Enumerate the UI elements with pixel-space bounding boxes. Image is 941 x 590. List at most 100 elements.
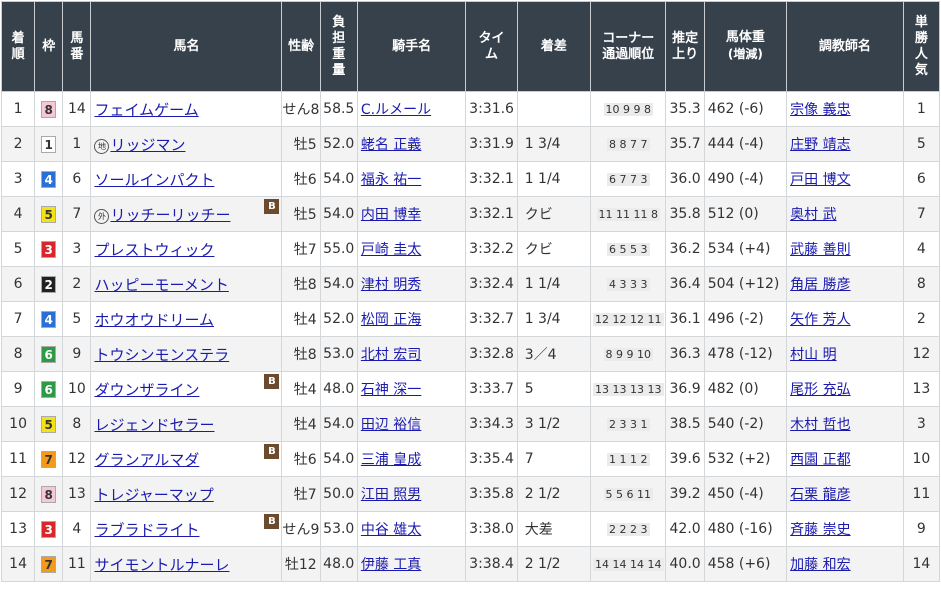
trainer-name-link[interactable]: 斉藤 崇史: [790, 522, 850, 538]
horse-name-link[interactable]: トレジャーマップ: [94, 486, 213, 504]
header-corner-line1: コーナー: [602, 30, 655, 46]
horse-name-link[interactable]: プレストウィック: [94, 241, 214, 259]
weight-value: 52.0: [323, 311, 355, 327]
trainer-name-link[interactable]: 村山 明: [790, 347, 836, 363]
trainer-name-link[interactable]: 尾形 充弘: [790, 382, 850, 398]
rank-value: 10: [9, 416, 27, 432]
weight-cell: 54.0: [319, 196, 358, 232]
jockey-name-link[interactable]: 福永 祐一: [361, 172, 421, 188]
corner-cell: 12 12 12 11: [590, 301, 667, 337]
umaban-value: 11: [67, 556, 86, 572]
trainer-name-link[interactable]: 矢作 芳人: [790, 312, 850, 328]
waku-cell: 5: [34, 406, 64, 442]
horse-name-link[interactable]: グランアルマダ: [94, 451, 199, 469]
corner-order-value: 2 2 2 3: [607, 523, 650, 536]
umaban-value: 4: [72, 521, 82, 537]
jockey-name-link[interactable]: 江田 照男: [361, 487, 421, 503]
waku-cell: 7: [34, 441, 64, 477]
horse-name-link[interactable]: レジェンドセラー: [94, 416, 214, 434]
sexage-cell: 牡7: [281, 231, 321, 267]
trainer-name-link[interactable]: 角居 勝彦: [790, 277, 850, 293]
rank-value: 1: [13, 101, 23, 117]
horse-name-link[interactable]: サイモントルナーレ: [94, 556, 229, 574]
umaban-cell: 12: [62, 441, 92, 477]
jockey-cell: 田辺 裕信: [356, 406, 467, 442]
jockey-name-link[interactable]: 戸崎 圭太: [361, 242, 421, 258]
table-row: 2 1 1 地リッジマン 牡5 52.0 蛯名 正義 3:31.9 1 3/4 8 8 7 7 35…: [0, 126, 941, 162]
last3f-value: 39.2: [669, 486, 701, 502]
horse-name-link[interactable]: トウシンモンステラ: [94, 346, 229, 364]
last3f-value: 42.0: [669, 521, 701, 537]
weight-cell: 52.0: [319, 301, 358, 337]
jockey-name-link[interactable]: 北村 宏司: [361, 347, 421, 363]
sexage-value: せん9: [282, 522, 320, 538]
trainer-name-link[interactable]: 戸田 博文: [790, 172, 850, 188]
margin-cell: 2 1/2: [516, 476, 592, 512]
sexage-cell: 牡6: [281, 441, 321, 477]
header-margin-label: 着差: [540, 38, 567, 54]
jockey-name-link[interactable]: 伊藤 工真: [361, 557, 421, 573]
trainer-name-link[interactable]: 木村 哲也: [790, 417, 850, 433]
jockey-cell: 戸崎 圭太: [356, 231, 467, 267]
jockey-name-link[interactable]: 三浦 皇成: [361, 452, 421, 468]
race-result-table: 着順 枠 馬番 馬名 性齢 負担重量 騎手名 タイム 着差 コーナー 通過順位 推…: [0, 1, 941, 582]
umaban-cell: 7: [62, 196, 92, 232]
corner-order-value: 2 3 3 1: [607, 418, 650, 431]
horse-name-link[interactable]: ダウンザライン: [94, 381, 199, 399]
jockey-name-link[interactable]: 内田 博幸: [361, 207, 421, 223]
trainer-name-link[interactable]: 加藤 和宏: [790, 557, 850, 573]
sexage-value: 牡4: [293, 312, 317, 328]
horse-name-link[interactable]: ハッピーモーメント: [94, 276, 228, 294]
margin-value: クビ: [524, 242, 553, 258]
horse-name-link[interactable]: ラブラドライト: [94, 521, 199, 539]
horse-name-link[interactable]: リッジマン: [110, 136, 185, 154]
header-body: 馬体重 (増減): [703, 1, 788, 92]
umaban-value: 1: [72, 136, 82, 152]
umaban-cell: 13: [62, 476, 92, 512]
rank-cell: 8: [0, 336, 36, 372]
jockey-name-link[interactable]: 石神 深一: [361, 382, 421, 398]
body-weight-cell: 532 (+2): [703, 441, 788, 477]
waku-badge: 1: [41, 135, 57, 153]
time-cell: 3:32.4: [465, 266, 518, 302]
horse-name-link[interactable]: フェイムゲーム: [94, 101, 198, 119]
corner-order-value: 11 11 11 8: [596, 208, 661, 221]
jockey-name-link[interactable]: 松岡 正海: [361, 312, 421, 328]
jockey-name-link[interactable]: 蛯名 正義: [361, 137, 421, 153]
corner-cell: 6 5 5 3: [590, 231, 667, 267]
trainer-name-link[interactable]: 西園 正都: [790, 452, 850, 468]
jockey-name-link[interactable]: C.ルメール: [361, 102, 431, 118]
jockey-name-link[interactable]: 田辺 裕信: [361, 417, 421, 433]
waku-badge: 8: [41, 100, 57, 118]
umaban-cell: 11: [62, 546, 92, 582]
time-cell: 3:32.1: [465, 196, 518, 232]
weight-cell: 53.0: [319, 511, 358, 547]
trainer-cell: 武藤 善則: [786, 231, 904, 267]
trainer-name-link[interactable]: 庄野 靖志: [790, 137, 850, 153]
horse-name-link[interactable]: ソールインパクト: [94, 171, 214, 189]
weight-value: 54.0: [323, 451, 355, 467]
margin-value: 3／4: [524, 347, 557, 363]
trainer-name-link[interactable]: 石栗 龍彦: [790, 487, 850, 503]
jockey-name-link[interactable]: 中谷 雄太: [361, 522, 421, 538]
margin-cell: [516, 91, 592, 127]
jockey-name-link[interactable]: 津村 明秀: [361, 277, 421, 293]
body-weight-cell: 490 (-4): [703, 161, 788, 197]
corner-order-value: 13 13 13 13: [593, 383, 664, 396]
body-weight-cell: 504 (+12): [703, 266, 788, 302]
popularity-value: 13: [912, 381, 931, 397]
rank-cell: 6: [0, 266, 36, 302]
trainer-name-link[interactable]: 宗像 義忠: [790, 102, 850, 118]
table-row: 11 7 12 グランアルマダ B 牡6 54.0 三浦 皇成 3:35.4 7 1 1 1 2 39…: [0, 441, 941, 477]
header-pop: 単勝人気: [902, 1, 941, 92]
trainer-name-link[interactable]: 奥村 武: [790, 207, 836, 223]
waku-badge: 4: [41, 170, 57, 188]
trainer-name-link[interactable]: 武藤 善則: [790, 242, 850, 258]
waku-cell: 8: [34, 476, 64, 512]
time-cell: 3:35.8: [465, 476, 518, 512]
horse-name-link[interactable]: ホウオウドリーム: [94, 311, 214, 329]
waku-badge: 6: [41, 345, 57, 363]
horse-name-link[interactable]: リッチーリッチー: [110, 206, 230, 224]
margin-cell: 3 1/2: [516, 406, 592, 442]
body-weight-cell: 480 (-16): [703, 511, 788, 547]
